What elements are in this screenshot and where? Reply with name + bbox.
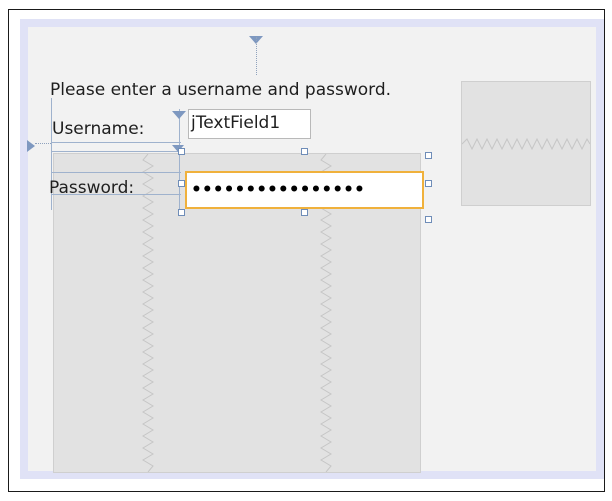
anchor-triangle-right-icon[interactable] bbox=[27, 137, 35, 152]
resize-handle-icon[interactable] bbox=[178, 180, 185, 187]
resize-handle-icon[interactable] bbox=[301, 148, 308, 155]
horizontal-anchor-guide bbox=[35, 143, 51, 144]
layout-guide-line bbox=[51, 172, 181, 173]
anchor-triangle-down-icon[interactable] bbox=[249, 29, 263, 44]
resize-handle-icon[interactable] bbox=[178, 148, 185, 155]
resize-handle-icon[interactable] bbox=[425, 216, 432, 223]
layout-guide-line bbox=[179, 109, 180, 210]
resize-handle-icon[interactable] bbox=[425, 180, 432, 187]
resize-handle-icon[interactable] bbox=[178, 209, 185, 216]
zigzag-resizable-icon bbox=[462, 137, 590, 151]
vertical-anchor-guide bbox=[256, 37, 257, 75]
zigzag-resizable-icon bbox=[142, 154, 154, 472]
resize-handle-icon[interactable] bbox=[301, 209, 308, 216]
username-label: Username: bbox=[52, 119, 145, 139]
anchor-triangle-down-icon[interactable] bbox=[172, 137, 184, 152]
layout-guide-line bbox=[51, 151, 181, 152]
layout-guide-line bbox=[51, 142, 181, 143]
username-text-field[interactable]: jTextField1 bbox=[188, 109, 311, 139]
anchor-triangle-down-icon[interactable] bbox=[172, 104, 186, 119]
resize-handle-icon[interactable] bbox=[425, 152, 432, 159]
form-preview-frame: Please enter a username and password. Us… bbox=[8, 9, 605, 492]
password-field[interactable]: •••••••••••••••• bbox=[185, 171, 424, 209]
right-placeholder-panel[interactable] bbox=[461, 81, 591, 206]
instruction-label: Please enter a username and password. bbox=[50, 80, 392, 100]
password-label: Password: bbox=[49, 178, 135, 198]
